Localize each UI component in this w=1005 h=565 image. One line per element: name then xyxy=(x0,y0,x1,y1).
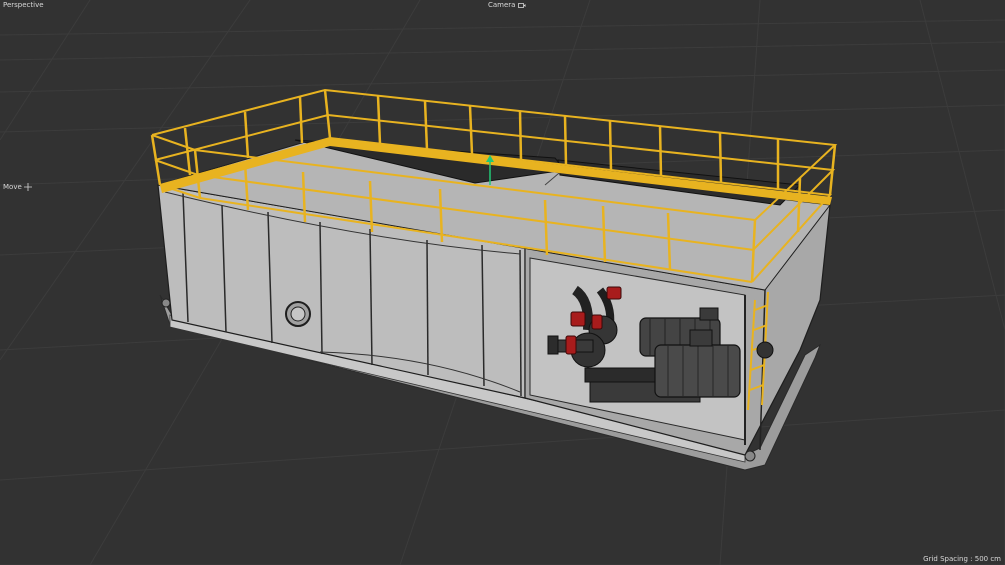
grid-spacing-readout: Grid Spacing : 500 cm xyxy=(923,555,1001,564)
view-mode-label[interactable]: Perspective xyxy=(3,1,44,10)
camera-label: Camera xyxy=(488,1,516,9)
valve-wheel[interactable] xyxy=(756,341,774,359)
view-mode-text: Perspective xyxy=(3,1,44,9)
scene-canvas[interactable] xyxy=(0,0,1005,565)
tool-label: Move xyxy=(3,183,22,191)
manway-port[interactable] xyxy=(285,301,311,327)
camera-selector[interactable]: Camera xyxy=(488,1,526,10)
active-tool-label: Move xyxy=(3,183,33,192)
move-icon xyxy=(24,183,33,191)
grid-spacing-text: Grid Spacing : 500 cm xyxy=(923,555,1001,563)
camera-icon xyxy=(517,1,526,9)
3d-viewport[interactable]: Perspective Camera Move Grid Spacing : 5… xyxy=(0,0,1005,565)
